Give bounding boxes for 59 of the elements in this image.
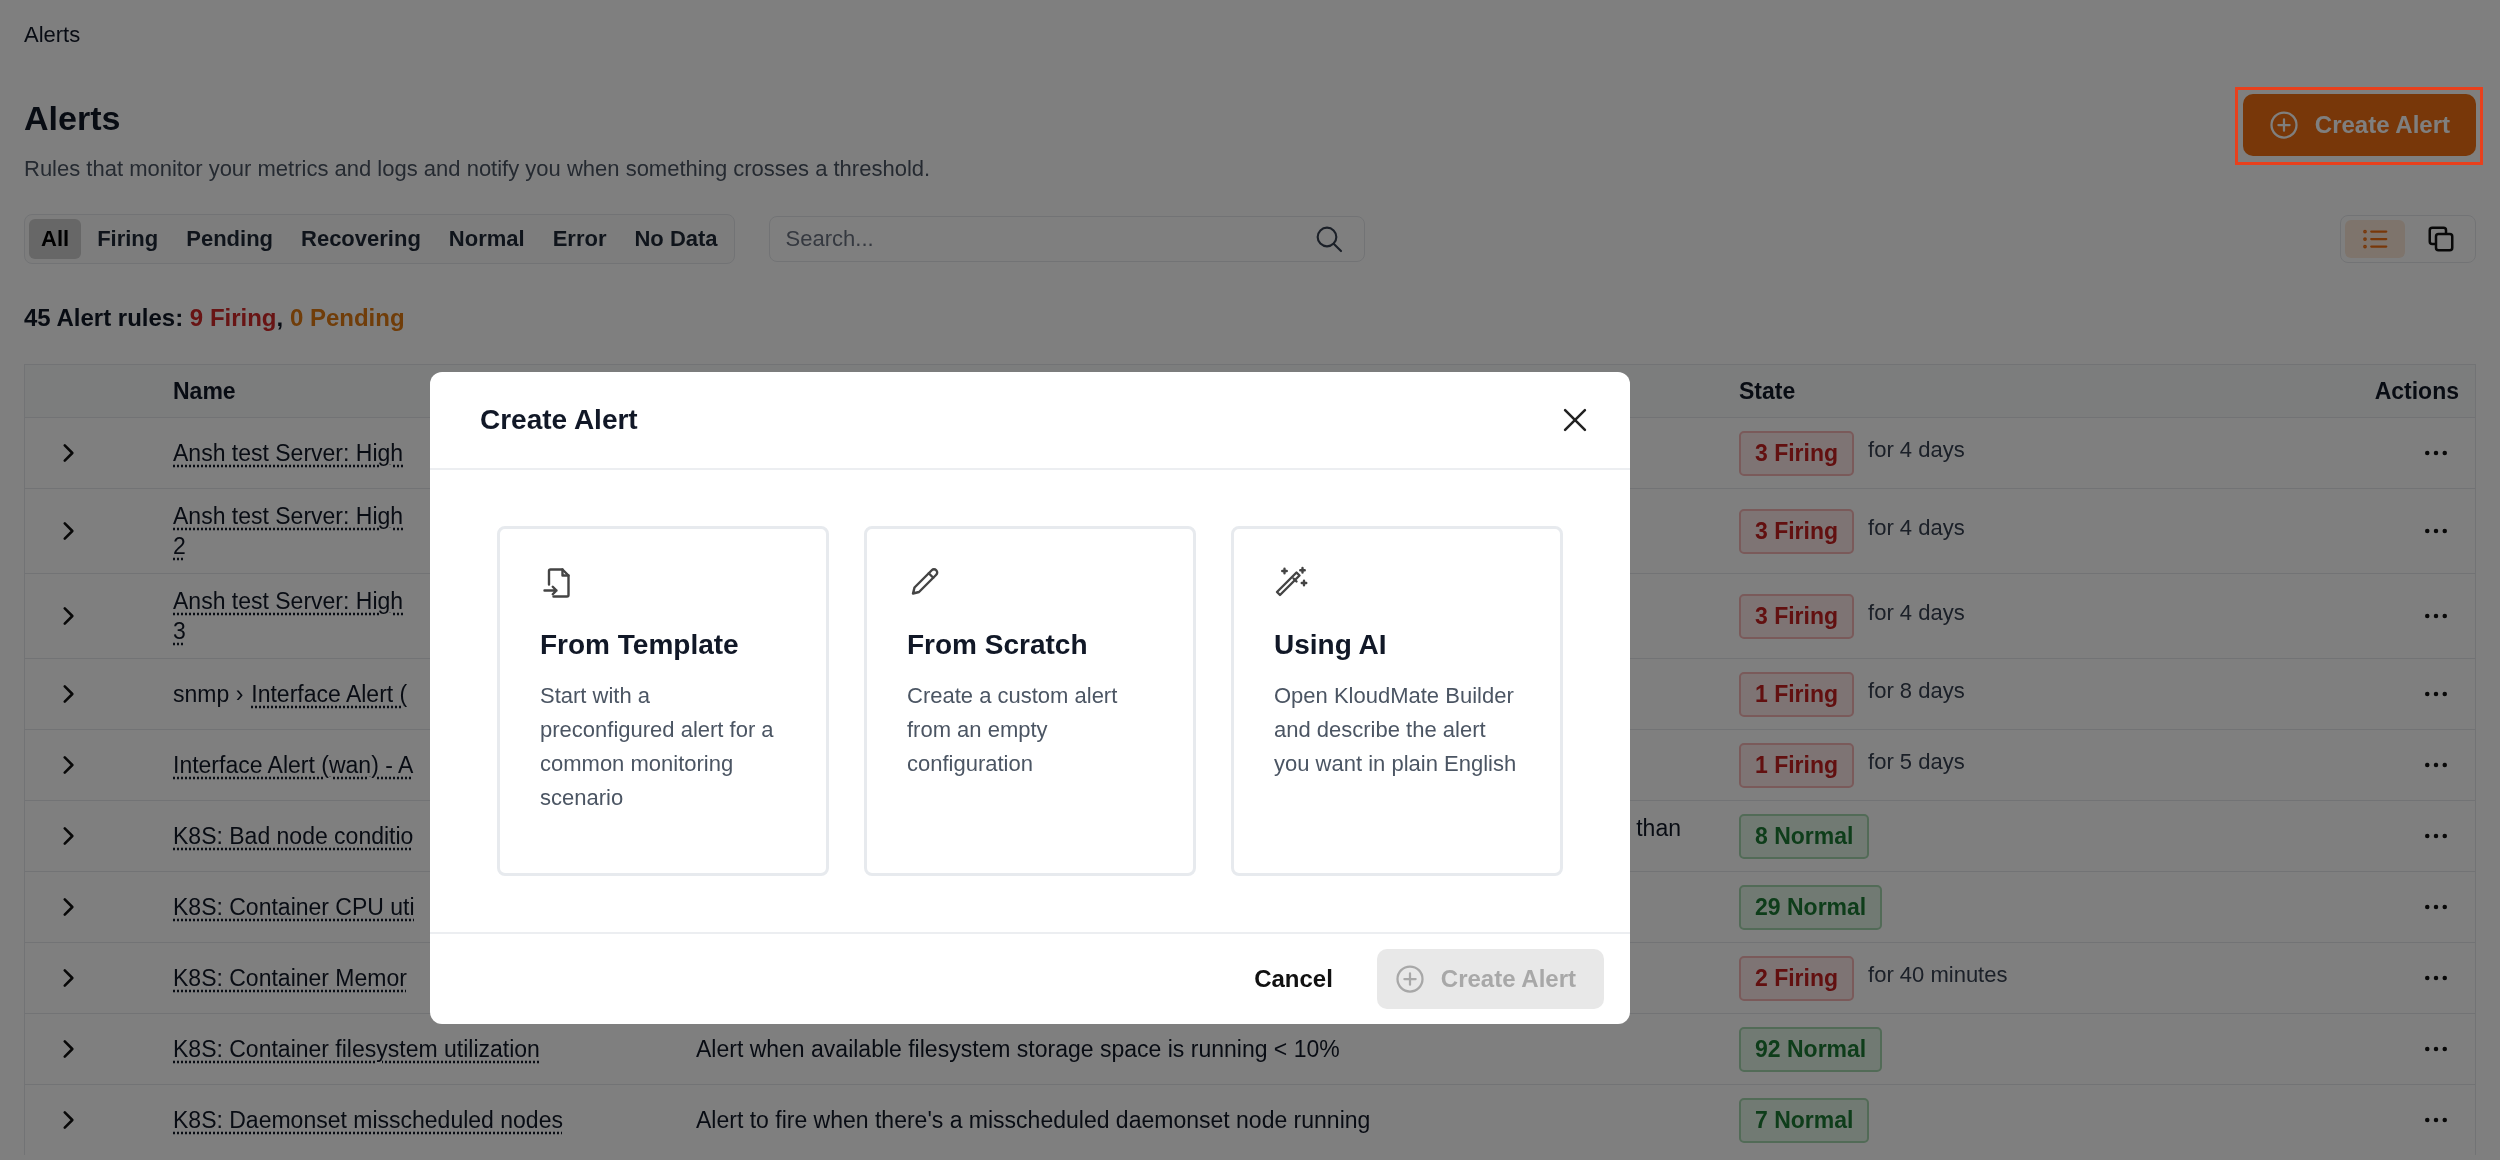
column-header: State <box>1739 377 1797 405</box>
cancel-button[interactable]: Cancel <box>1250 957 1337 1001</box>
status-tag: 3 Firing <box>1739 508 1855 554</box>
alert-name-link[interactable]: Ansh test Server: High <box>173 438 404 468</box>
filter-tab[interactable]: Recovering <box>289 219 433 259</box>
column-header: Actions <box>2374 377 2460 405</box>
status-tag: 29 Normal <box>1739 884 1883 930</box>
option-title: Using AI <box>1274 629 1388 661</box>
alert-name-link[interactable]: Ansh test Server: High 2 <box>173 501 404 561</box>
state-duration: for 5 days <box>1868 749 1965 775</box>
filter-tab[interactable]: No Data <box>622 219 730 259</box>
state-duration: for 40 minutes <box>1868 962 2008 988</box>
filter-tab[interactable]: Firing <box>85 219 171 259</box>
plus-circle-icon <box>2268 110 2299 140</box>
search-field[interactable]: Search... <box>768 216 1365 262</box>
alert-name-link[interactable]: K8S: Container Memor <box>173 963 407 993</box>
column-header: Name <box>173 377 237 405</box>
option-title: From Template <box>540 629 740 661</box>
page-subtitle: Rules that monitor your metrics and logs and notify you when something crosses a threshold. <box>24 155 931 183</box>
alert-description: Alert to fire when there's a misscheduled daemonset node running <box>696 1106 1372 1135</box>
filter-tab[interactable]: Error <box>540 219 619 259</box>
state-duration: for 4 days <box>1868 437 1965 463</box>
copy-icon[interactable] <box>2426 224 2456 254</box>
alert-summary: 45 Alert rules: 9 Firing, 0 Pending <box>24 303 406 333</box>
status-tag: 3 Firing <box>1739 593 1855 639</box>
option-title: From Scratch <box>907 629 1089 661</box>
alert-name-link[interactable]: Interface Alert (wan) - A <box>173 750 414 780</box>
alert-name-link[interactable]: K8S: Daemonset misscheduled nodes <box>173 1105 563 1135</box>
status-tag: 92 Normal <box>1739 1026 1883 1072</box>
status-tag: 3 Firing <box>1739 430 1855 476</box>
filter-tab[interactable]: Pending <box>174 219 285 259</box>
status-tag: 1 Firing <box>1739 742 1855 788</box>
alert-description: than <box>1635 814 1682 843</box>
filter-tab[interactable]: Normal <box>436 219 537 259</box>
page-title: Alerts <box>24 98 122 139</box>
option-description: Start with a preconfigured alert for a common monitoring scenario <box>540 682 775 812</box>
state-duration: for 4 days <box>1868 600 1965 626</box>
dialog-title: Create Alert <box>480 404 638 436</box>
status-tag: 2 Firing <box>1739 955 1855 1001</box>
plus-circle-icon <box>1394 964 1425 994</box>
filter-tab[interactable]: All <box>29 219 82 259</box>
option-card[interactable]: From Scratch Create a custom alert from an empty configuration <box>864 526 1196 876</box>
alert-group: snmp › <box>173 679 244 709</box>
option-card[interactable]: Using AI Open KloudMate Builder and describe the alert you want in plain English <box>1231 526 1563 876</box>
alert-description: Alert when available filesystem storage space is running < 10% <box>696 1035 1341 1064</box>
status-tag: 7 Normal <box>1739 1097 1870 1143</box>
alert-name-link[interactable]: K8S: Container filesystem utilization <box>173 1034 540 1064</box>
alert-name-link[interactable]: Ansh test Server: High 3 <box>173 586 404 646</box>
state-duration: for 8 days <box>1868 678 1965 704</box>
option-description: Open KloudMate Builder and describe the alert you want in plain English <box>1274 682 1518 778</box>
alert-name-link[interactable]: K8S: Container CPU uti <box>173 892 415 922</box>
alert-name-link[interactable]: K8S: Bad node conditio <box>173 821 414 851</box>
status-tag: 1 Firing <box>1739 671 1855 717</box>
breadcrumb[interactable]: Alerts <box>24 20 2476 50</box>
alert-name-link[interactable]: Interface Alert ( <box>251 679 408 709</box>
option-card[interactable]: From Template Start with a preconfigured alert for a common monitoring scenario <box>497 526 829 876</box>
option-description: Create a custom alert from an empty configuration <box>907 682 1119 778</box>
state-duration: for 4 days <box>1868 515 1965 541</box>
status-tag: 8 Normal <box>1739 813 1870 859</box>
